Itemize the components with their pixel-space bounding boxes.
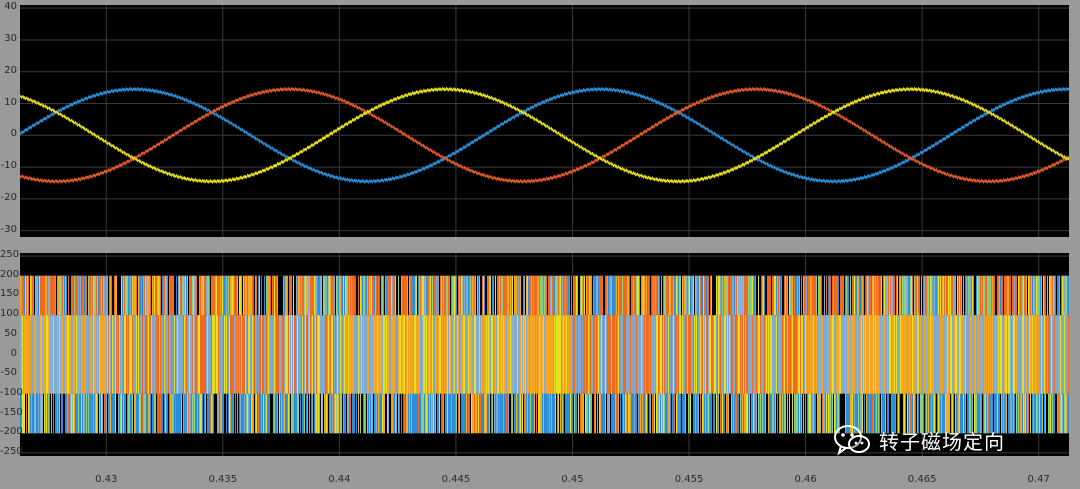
watermark-text: 转子磁场定向 [879,429,1005,454]
y-tick-label: -150 [0,406,23,418]
y-tick-label: 150 [0,288,20,300]
x-tick-label: 0.47 [1027,474,1050,485]
y-tick-label: 20 [4,64,17,76]
x-tick-label: 0.455 [674,474,704,485]
y-tick-label: -10 [0,160,17,172]
pwm-bar-upper [1068,275,1070,316]
y-tick-label: 40 [4,1,17,13]
watermark: 转子磁场定向 [833,423,1005,457]
y-tick-label: 100 [0,308,20,320]
y-tick-label: 200 [0,268,20,280]
y-tick-label: -50 [0,367,17,379]
y-tick-label: -30 [0,223,17,235]
x-tick-label: 0.44 [328,474,351,485]
y-tick-label: 0 [10,128,17,140]
three-phase-current-plot [19,5,1070,237]
x-tick-label: 0.435 [208,474,238,485]
wechat-icon [834,425,870,456]
x-tick-label: 0.45 [561,474,584,485]
y-tick-label: -250 [0,445,23,457]
y-tick-label: -100 [0,386,23,398]
y-tick-label: 30 [4,32,17,44]
x-tick-label: 0.43 [95,474,118,485]
y-tick-label: 250 [0,249,20,261]
plot-top-panel [19,5,1070,237]
y-tick-label: 0 [10,347,17,359]
y-tick-label: -20 [0,191,17,203]
x-tick-label: 0.445 [441,474,471,485]
x-tick-label: 0.465 [907,474,937,485]
y-tick-label: 50 [4,327,17,339]
y-tick-label: 10 [4,96,17,108]
pwm-bar-middle [1068,315,1070,394]
y-tick-label: -200 [0,426,23,438]
x-tick-label: 0.46 [794,474,817,485]
pwm-bar-lower [1068,393,1070,434]
